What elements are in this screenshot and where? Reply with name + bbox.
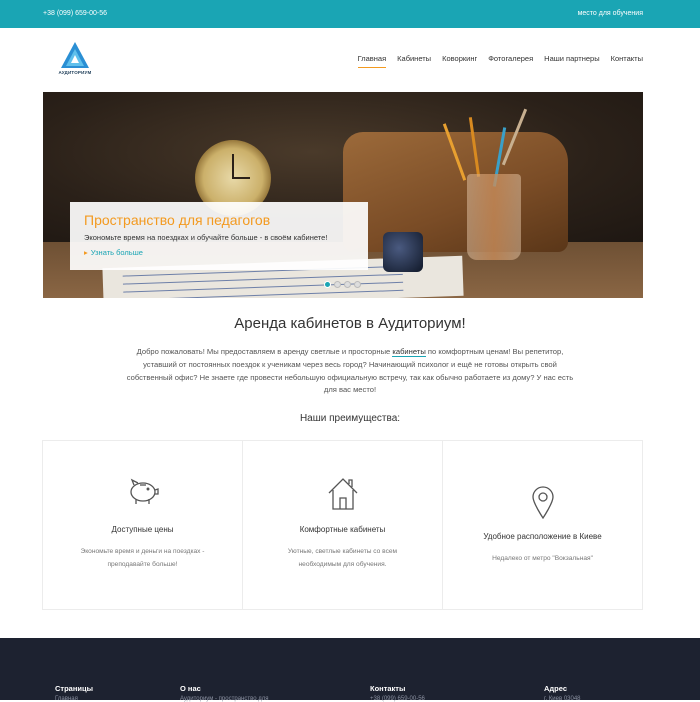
hero-text: Экономьте время на поездках и обучайте б… xyxy=(84,233,328,242)
site-header: АУДИТОРИУМ Главная Кабинеты Коворкинг Фо… xyxy=(0,28,700,90)
footer-link-home[interactable]: Главная xyxy=(55,696,78,702)
intro-link-cabinets[interactable]: кабинеты xyxy=(392,347,426,357)
hero-ink xyxy=(383,232,423,272)
advantage-title: Удобное расположение в Киеве xyxy=(483,532,602,541)
advantage-title: Доступные цены xyxy=(111,525,174,534)
footer-col-title-contacts: Контакты xyxy=(370,684,406,693)
advantage-desc: Экономьте время и деньги на поездках - п… xyxy=(80,548,205,568)
hero-cup xyxy=(467,174,521,260)
site-footer: Страницы Главная О нас Аудиториум - прос… xyxy=(0,638,700,702)
intro-text: Добро пожаловать! Мы предоставляем в аре… xyxy=(125,346,575,397)
main-nav: Главная Кабинеты Коворкинг Фотогалерея Н… xyxy=(357,54,643,68)
hero-caption: Пространство для педагогов Экономьте вре… xyxy=(70,202,368,270)
intro-part: Добро пожаловать! Мы предоставляем в аре… xyxy=(136,347,393,356)
footer-address: г. Киев 03048 xyxy=(544,696,581,702)
top-tagline: место для обучения xyxy=(577,10,643,17)
slider-dot[interactable] xyxy=(334,281,341,288)
nav-item-partners[interactable]: Наши партнеры xyxy=(544,54,599,68)
page-title: Аренда кабинетов в Аудиториум! xyxy=(234,315,466,332)
nav-item-coworking[interactable]: Коворкинг xyxy=(442,54,477,68)
advantages-title: Наши преимущества: xyxy=(299,413,401,424)
hero-more-link[interactable]: ▸ Узнать больше xyxy=(84,248,354,257)
hero-title: Пространство для педагогов xyxy=(84,212,271,228)
slider-dots xyxy=(324,281,361,288)
house-icon xyxy=(328,478,357,510)
slider-dot[interactable] xyxy=(324,281,331,288)
arrow-right-icon: ▸ xyxy=(84,248,88,257)
map-pin-icon xyxy=(531,486,554,519)
top-bar: +38 (099) 659-00-56 место для обучения xyxy=(0,0,700,28)
footer-phone[interactable]: +38 (099) 659-00-56 xyxy=(370,696,425,702)
footer-about-text: Аудиториум - пространство для xyxy=(180,696,269,702)
nav-item-home[interactable]: Главная xyxy=(357,54,387,68)
advantage-title: Комфортные кабинеты xyxy=(299,525,386,534)
nav-item-cabinets[interactable]: Кабинеты xyxy=(397,54,431,68)
advantage-desc: Недалеко от метро "Вокзальная" xyxy=(492,555,593,562)
advantage-desc: Уютные, светлые кабинеты со всем необход… xyxy=(287,548,398,568)
footer-col-title-about: О нас xyxy=(180,684,201,693)
nav-item-contacts[interactable]: Контакты xyxy=(611,54,643,68)
site-logo[interactable]: АУДИТОРИУМ xyxy=(55,41,95,81)
hero-more-label: Узнать больше xyxy=(90,248,143,257)
logo-text: АУДИТОРИУМ xyxy=(58,70,92,75)
footer-col-title-address: Адрес xyxy=(544,684,568,693)
advantage-card: Комфортные кабинеты Уютные, светлые каби… xyxy=(242,440,443,610)
footer-col-title-pages: Страницы xyxy=(55,684,93,693)
top-phone[interactable]: +38 (099) 659-00-56 xyxy=(43,10,107,17)
slider-dot[interactable] xyxy=(344,281,351,288)
logo-icon xyxy=(61,42,89,68)
advantage-card: Удобное расположение в Киеве Недалеко от… xyxy=(442,440,643,610)
slider-dot[interactable] xyxy=(354,281,361,288)
advantage-card: Доступные цены Экономьте время и деньги … xyxy=(42,440,243,610)
advantages-cards: Доступные цены Экономьте время и деньги … xyxy=(42,440,643,610)
nav-item-gallery[interactable]: Фотогалерея xyxy=(488,54,533,68)
piggy-bank-icon xyxy=(129,478,159,504)
